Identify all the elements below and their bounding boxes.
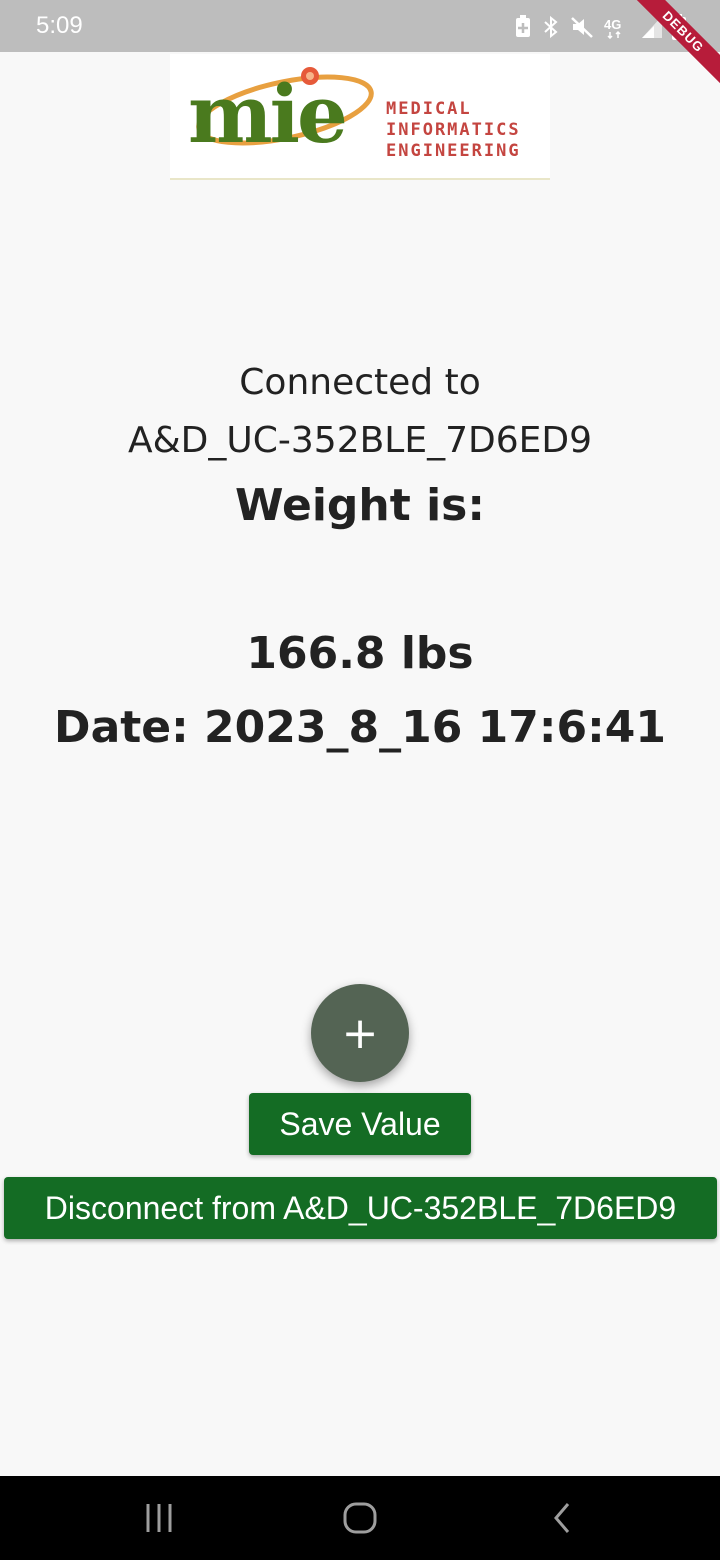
recent-apps-icon[interactable]: [143, 1500, 175, 1541]
system-nav-bar: [0, 1476, 720, 1560]
plus-icon: +: [341, 1007, 379, 1059]
bluetooth-icon: [542, 15, 560, 39]
weight-value: 166.8 lbs: [246, 628, 474, 679]
logo-line-engineering: ENGINEERING: [386, 141, 521, 161]
mie-logo: mie MEDICAL INFORMATICS ENGINEERING: [170, 54, 550, 180]
mute-icon: [570, 15, 594, 39]
back-icon[interactable]: [548, 1500, 576, 1541]
device-name: A&D_UC-352BLE_7D6ED9: [127, 420, 592, 461]
app-screen: 5:09 4G DEBUG mie MEDICAL INFORMATICS EN…: [0, 0, 720, 1560]
network-4g-icon: 4G: [604, 15, 632, 39]
measurement-date: Date: 2023_8_16 17:6:41: [54, 702, 666, 753]
status-bar: 5:09 4G DEBUG: [0, 0, 720, 93]
add-button[interactable]: +: [311, 984, 409, 1082]
logo-line-medical: MEDICAL: [386, 99, 472, 119]
status-time: 5:09: [36, 12, 83, 39]
svg-text:4G: 4G: [604, 17, 621, 32]
weight-heading: Weight is:: [235, 480, 485, 531]
logo-wordmark: mie: [188, 67, 348, 161]
save-value-button[interactable]: Save Value: [249, 1093, 471, 1155]
battery-saver-icon: [514, 15, 532, 39]
disconnect-button[interactable]: Disconnect from A&D_UC-352BLE_7D6ED9: [4, 1177, 717, 1239]
home-icon[interactable]: [342, 1500, 378, 1541]
logo-line-informatics: INFORMATICS: [386, 120, 521, 140]
connected-label: Connected to: [239, 362, 481, 403]
